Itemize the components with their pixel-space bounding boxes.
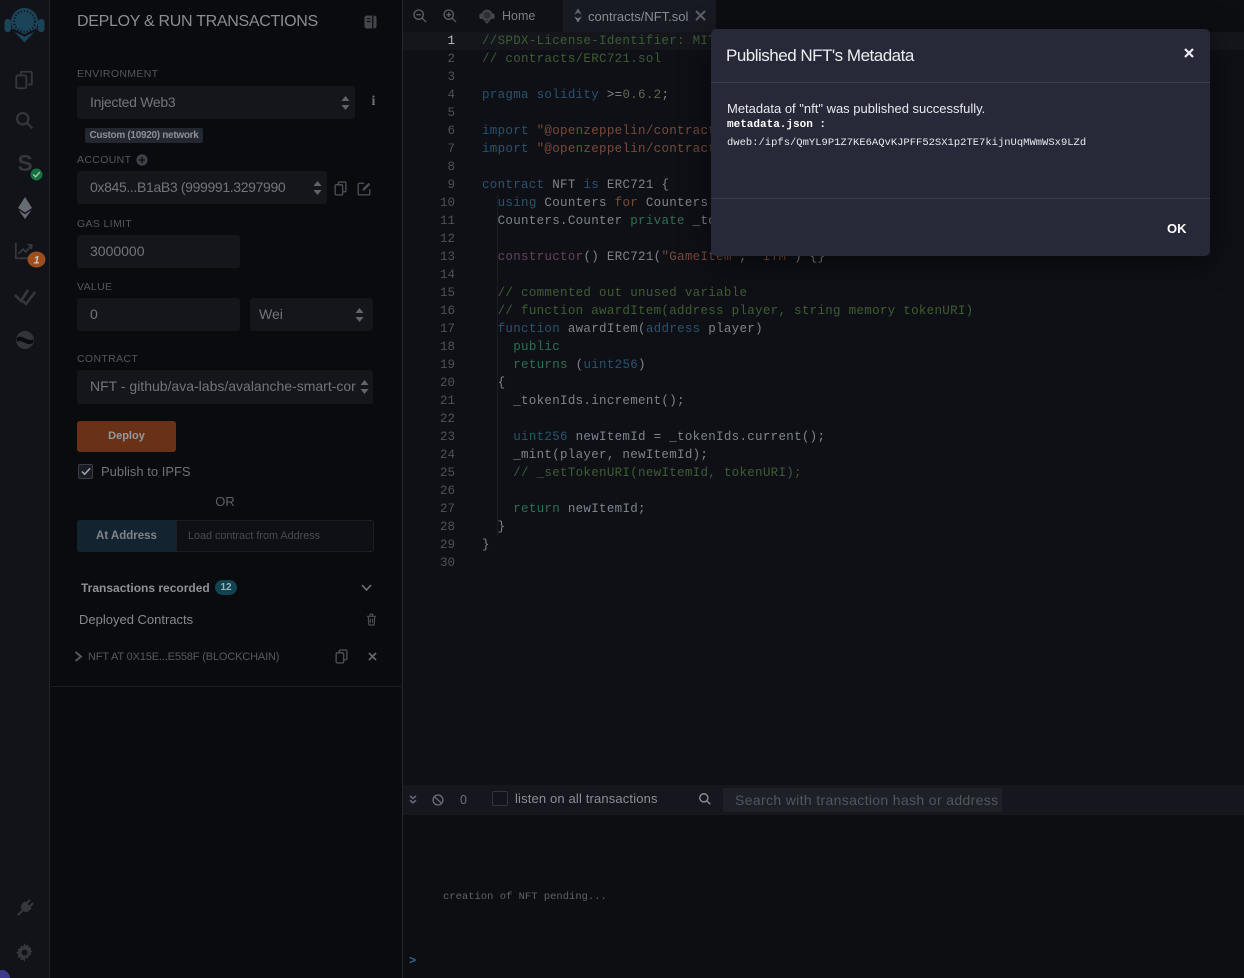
svg-text:1: 1: [33, 255, 39, 267]
